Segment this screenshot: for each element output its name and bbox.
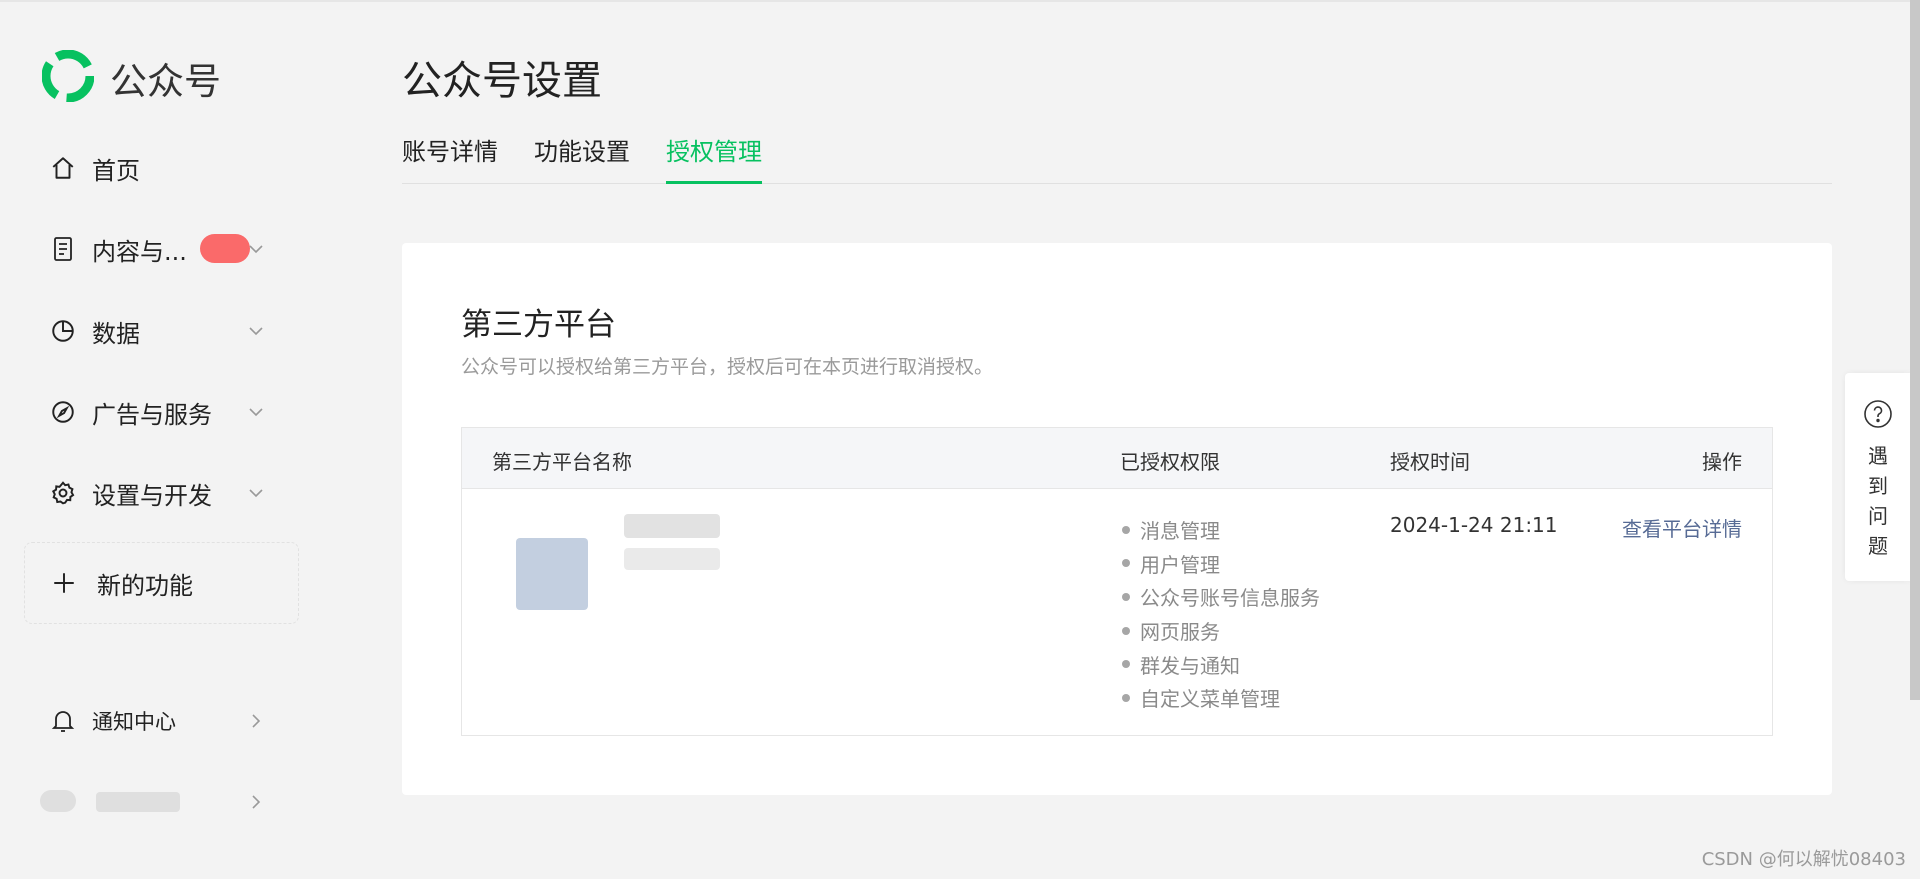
wechat-logo-icon [41,49,95,106]
list-item: 群发与通知 [1122,647,1320,681]
sidebar-item-home[interactable]: 首页 [48,146,276,190]
platform-subtitle-redacted [624,548,720,570]
chevron-right-icon[interactable] [246,792,266,812]
list-item: 自定义菜单管理 [1122,681,1320,715]
chevron-down-icon[interactable] [246,402,266,422]
plus-icon [49,568,79,598]
column-header-auth-time: 授权时间 [1390,450,1470,474]
home-icon [48,153,78,183]
sidebar-item-ads[interactable]: 广告与服务 [48,390,276,434]
help-label: 遇到问题 [1868,444,1888,558]
sidebar-item-label: 广告与服务 [92,400,212,429]
sidebar-item-notifications[interactable]: 通知中心 [48,699,276,743]
help-widget[interactable]: 遇到问题 [1845,373,1911,581]
sidebar-item-label: 首页 [92,156,140,185]
sidebar-item-label: 设置与开发 [92,481,212,510]
app-logo[interactable]: 公众号 [41,49,221,106]
pie-chart-icon [48,316,78,346]
bell-icon [48,706,78,736]
sidebar-item-label: 数据 [92,319,140,348]
tab-account-details[interactable]: 账号详情 [402,132,498,181]
new-feature-button[interactable]: 新的功能 [24,542,299,624]
list-item: 用户管理 [1122,547,1320,581]
chevron-down-icon[interactable] [246,321,266,341]
gear-icon [48,478,78,508]
app-name: 公众号 [110,60,221,103]
sidebar-item-label: 通知中心 [92,710,176,734]
sidebar-item-label: 内容与... [92,237,187,266]
card-title: 第三方平台 [461,307,616,343]
third-party-card: 第三方平台 公众号可以授权给第三方平台，授权后可在本页进行取消授权。 第三方平台… [402,243,1832,795]
sidebar-item-content[interactable]: 内容与... [48,227,276,271]
card-description: 公众号可以授权给第三方平台，授权后可在本页进行取消授权。 [461,356,994,378]
column-header-platform-name: 第三方平台名称 [492,450,632,474]
permission-list: 消息管理 用户管理 公众号账号信息服务 网页服务 群发与通知 自定义菜单管理 [1122,513,1320,715]
bullet-icon [1122,626,1130,635]
notification-badge [200,234,250,263]
list-item: 公众号账号信息服务 [1122,580,1320,614]
chevron-down-icon[interactable] [246,239,266,259]
authorization-table: 第三方平台名称 已授权权限 授权时间 操作 消息管理 用户管理 公众号账号信息服… [461,427,1773,736]
scrollbar[interactable] [1910,0,1920,700]
auth-time: 2024-1-24 21:11 [1390,513,1558,537]
sidebar-item-settings[interactable]: 设置与开发 [48,471,276,515]
document-icon [48,234,78,264]
sidebar-item-data[interactable]: 数据 [48,309,276,353]
chevron-down-icon[interactable] [246,483,266,503]
bullet-icon [1122,525,1130,534]
list-item: 网页服务 [1122,614,1320,648]
column-header-permissions: 已授权权限 [1120,450,1220,474]
page-title: 公众号设置 [402,58,602,104]
table-header: 第三方平台名称 已授权权限 授权时间 操作 [462,428,1772,489]
platform-logo-redacted [516,538,588,610]
column-header-action: 操作 [1702,450,1742,474]
platform-name-redacted [624,514,720,538]
tab-bar: 账号详情 功能设置 授权管理 [402,132,1832,184]
tab-authorization[interactable]: 授权管理 [666,132,762,184]
sidebar: 公众号 首页 内容与... 数据 广告与服务 设置与开发 新的功能 通知中心 [0,0,320,879]
bullet-icon [1122,660,1130,669]
watermark: CSDN @何以解忧08403 [1701,849,1906,870]
bullet-icon [1122,592,1130,601]
list-item: 消息管理 [1122,513,1320,547]
chevron-right-icon[interactable] [246,711,266,731]
bullet-icon [1122,559,1130,568]
new-feature-label: 新的功能 [97,571,193,600]
account-name-redacted [96,792,180,812]
tab-feature-settings[interactable]: 功能设置 [534,132,630,181]
compass-icon [48,397,78,427]
account-menu[interactable] [40,780,276,824]
view-platform-details-link[interactable]: 查看平台详情 [1622,513,1742,542]
avatar [40,790,76,812]
bullet-icon [1122,693,1130,702]
question-icon [1863,399,1893,433]
